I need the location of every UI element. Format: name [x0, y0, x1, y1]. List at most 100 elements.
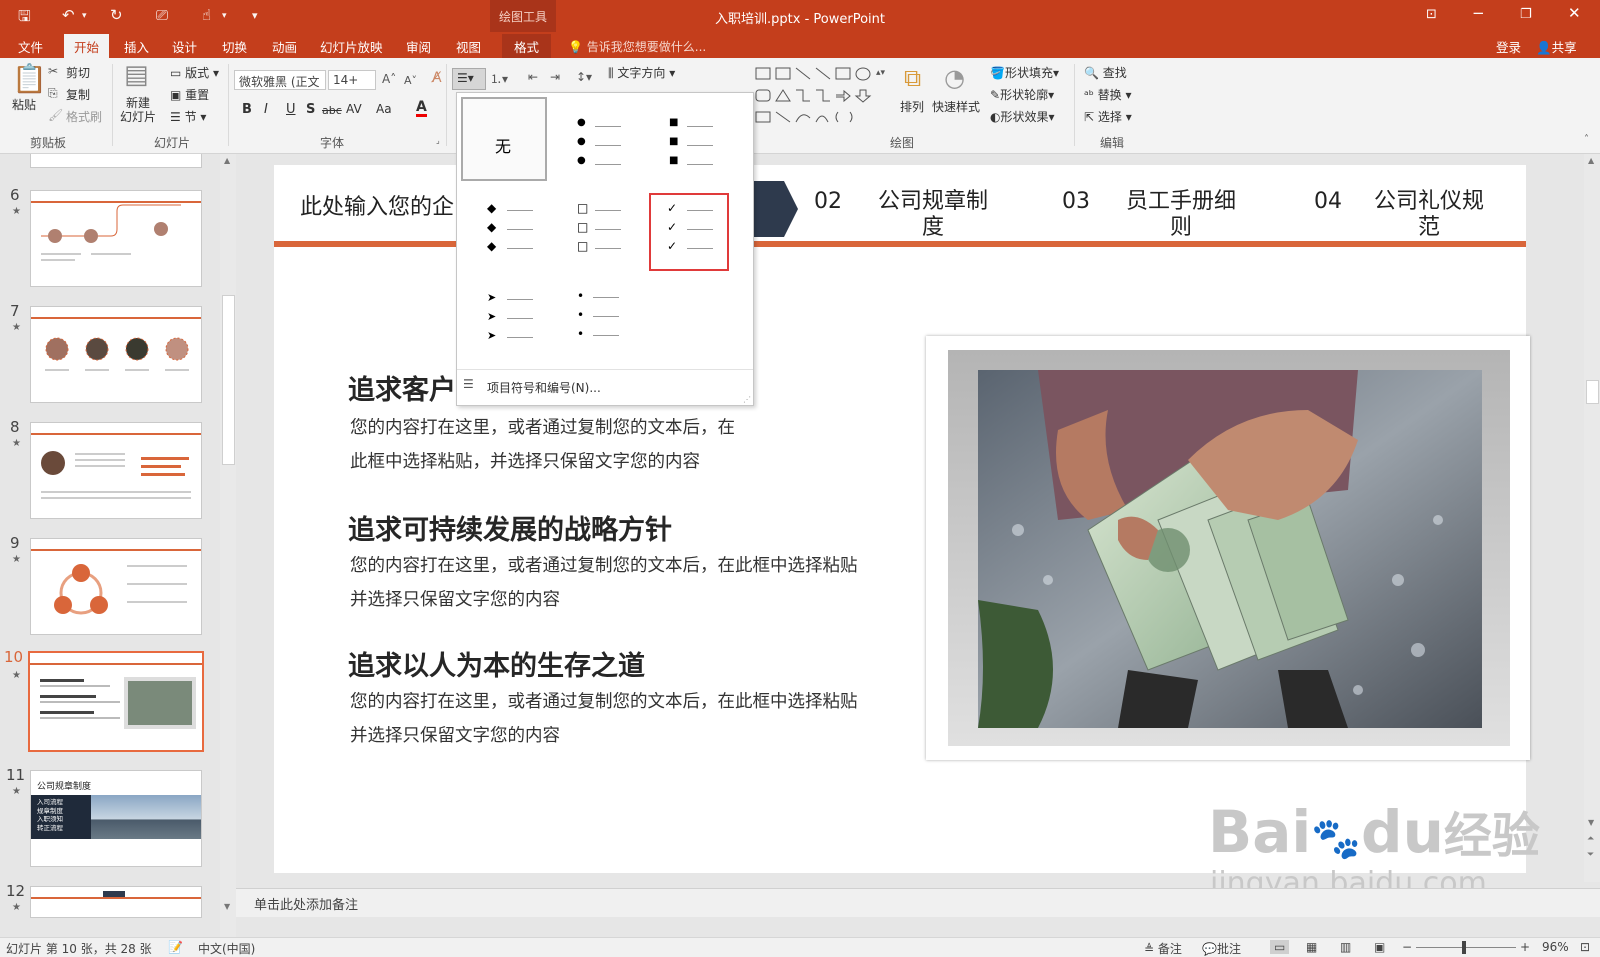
shape-outline-button[interactable]: ✎形状轮廓▾	[990, 86, 1054, 103]
zoom-out-icon[interactable]: −	[1402, 940, 1412, 954]
section-3-line-2[interactable]: 并选择只保留文字您的内容	[350, 722, 560, 747]
reset-button[interactable]: ▣ 重置	[170, 86, 209, 103]
text-direction-button[interactable]: ⫼ 文字方向 ▾	[608, 64, 675, 81]
zoom-level[interactable]: 96%	[1542, 940, 1569, 954]
language-indicator[interactable]: 中文(中国)	[198, 940, 255, 957]
tab-design[interactable]: 设计	[172, 37, 197, 56]
normal-view-icon[interactable]: ▭	[1270, 940, 1290, 954]
scroll-down-icon[interactable]: ▼	[224, 902, 230, 911]
bullet-option-small-dot[interactable]: • • •	[553, 281, 639, 365]
replace-button[interactable]: ᵃᵇ 替换 ▾	[1084, 86, 1132, 103]
shadow-button[interactable]: S	[306, 102, 315, 117]
find-button[interactable]: 🔍 查找	[1084, 64, 1127, 81]
font-dialog-launcher-icon[interactable]: ⌟	[436, 136, 440, 145]
bullet-option-filled-circle[interactable]: ● ● ●	[553, 97, 639, 181]
format-painter-button[interactable]: 格式刷	[66, 108, 102, 125]
nav-item-3[interactable]: 员工手册细 则	[1126, 189, 1236, 241]
resize-grip-icon[interactable]: ⋰	[743, 395, 751, 404]
strikethrough-button[interactable]: abc	[322, 104, 342, 117]
decrease-indent-icon[interactable]: ⇤	[528, 70, 538, 84]
restore-icon[interactable]: ❐	[1520, 7, 1532, 22]
arrange-button[interactable]: 排列	[900, 98, 924, 115]
scroll-up-icon[interactable]: ▲	[1588, 156, 1594, 165]
paste-icon[interactable]: 📋	[12, 62, 47, 95]
change-case-button[interactable]: Aa	[376, 102, 392, 116]
paste-button[interactable]: 粘贴	[12, 96, 36, 113]
notes-toggle[interactable]: ≜ 备注	[1144, 940, 1182, 957]
thumbnail-slide-6[interactable]	[30, 190, 202, 287]
thumbnail-partial[interactable]	[30, 154, 202, 168]
thumbnail-slide-10[interactable]	[28, 651, 204, 752]
previous-slide-icon[interactable]: ⏶	[1587, 834, 1594, 844]
new-slide-icon[interactable]: ▤	[124, 60, 149, 90]
bullets-button[interactable]: ☰▾	[452, 68, 486, 90]
italic-button[interactable]: I	[264, 102, 268, 117]
tab-file[interactable]: 文件	[18, 37, 43, 56]
nav-item-2[interactable]: 公司规章制 度	[878, 189, 988, 241]
underline-button[interactable]: U	[286, 102, 296, 117]
layout-button[interactable]: ▭ 版式 ▾	[170, 64, 219, 81]
share-button[interactable]: 👤共享	[1536, 37, 1577, 56]
thumbnail-slide-8[interactable]	[30, 422, 202, 519]
char-spacing-button[interactable]: AV	[346, 102, 362, 116]
nav-item-1[interactable]: 此处输入您的企	[300, 189, 454, 221]
comments-toggle[interactable]: 💬批注	[1202, 940, 1241, 957]
section-1-line-2[interactable]: 此框中选择粘贴，并选择只保留文字您的内容	[350, 448, 700, 473]
tab-transitions[interactable]: 切换	[222, 37, 247, 56]
bullet-option-arrow[interactable]: ➤ ➤ ➤	[461, 281, 547, 365]
bullet-option-diamond[interactable]: ◆ ◆ ◆	[461, 189, 547, 273]
increase-indent-icon[interactable]: ⇥	[550, 70, 560, 84]
section-heading-1[interactable]: 追求客户	[348, 368, 456, 407]
section-button[interactable]: ☰ 节 ▾	[170, 108, 206, 125]
new-slide-button[interactable]: 新建 幻灯片	[120, 96, 156, 124]
clear-format-icon[interactable]: A̸	[432, 70, 442, 86]
section-2-line-1[interactable]: 您的内容打在这里，或者通过复制您的文本后，在此框中选择粘贴	[350, 552, 858, 577]
shape-fill-button[interactable]: 🪣形状填充▾	[990, 64, 1059, 81]
tab-view[interactable]: 视图	[456, 37, 481, 56]
scroll-up-icon[interactable]: ▲	[224, 156, 230, 165]
section-2-line-2[interactable]: 并选择只保留文字您的内容	[350, 586, 560, 611]
tab-animations[interactable]: 动画	[272, 37, 297, 56]
tab-insert[interactable]: 插入	[124, 37, 149, 56]
slide-scroll-thumb[interactable]	[1586, 380, 1599, 404]
section-heading-2[interactable]: 追求可持续发展的战略方针	[348, 508, 672, 547]
close-icon[interactable]: ✕	[1568, 4, 1581, 22]
zoom-in-icon[interactable]: +	[1520, 940, 1530, 954]
bullet-option-hollow-square[interactable]: □ □ □	[553, 189, 639, 273]
arrange-icon[interactable]: ⧉	[904, 64, 921, 92]
reading-view-icon[interactable]: ▥	[1340, 940, 1351, 954]
tab-home[interactable]: 开始	[64, 34, 110, 58]
zoom-slider[interactable]	[1416, 947, 1516, 948]
photo-frame[interactable]	[926, 336, 1530, 760]
slide-sorter-icon[interactable]: ▦	[1306, 940, 1317, 954]
thumbnail-slide-12[interactable]	[30, 886, 202, 918]
numbering-icon[interactable]: ⒈▾	[490, 70, 508, 87]
tab-format[interactable]: 格式	[502, 34, 552, 58]
bullet-option-filled-square[interactable]: ■ ■ ■	[645, 97, 731, 181]
line-spacing-icon[interactable]: ↕▾	[576, 70, 592, 84]
cut-button[interactable]: 剪切	[66, 64, 90, 81]
notes-pane[interactable]: 单击此处添加备注	[236, 888, 1600, 917]
thumbnail-slide-7[interactable]	[30, 306, 202, 403]
ribbon-display-icon[interactable]: ⊡	[1426, 7, 1437, 22]
next-slide-icon[interactable]: ⏷	[1587, 850, 1594, 860]
zoom-slider-thumb[interactable]	[1462, 941, 1466, 954]
slide-scrollbar[interactable]: ▲ ▼ ⏶ ⏷	[1584, 154, 1600, 882]
tab-slideshow[interactable]: 幻灯片放映	[320, 37, 383, 56]
collapse-ribbon-icon[interactable]: ˄	[1584, 134, 1589, 145]
section-1-line-1[interactable]: 您的内容打在这里，或者通过复制您的文本后，在	[350, 414, 735, 439]
spellcheck-icon[interactable]: 📝	[168, 940, 183, 954]
font-size-combo[interactable]: 14+	[328, 70, 376, 90]
grow-font-icon[interactable]: A˄	[382, 72, 396, 86]
quick-styles-icon[interactable]: ◔	[944, 64, 965, 92]
copy-button[interactable]: 复制	[66, 86, 90, 103]
nav-item-4[interactable]: 公司礼仪规 范	[1374, 189, 1484, 241]
login-link[interactable]: 登录	[1496, 37, 1521, 56]
minimize-icon[interactable]: −	[1472, 4, 1485, 22]
thumbnail-slide-9[interactable]	[30, 538, 202, 635]
shapes-gallery[interactable]	[752, 64, 872, 130]
bold-button[interactable]: B	[242, 102, 252, 117]
shape-effects-button[interactable]: ◐形状效果▾	[990, 108, 1055, 125]
thumbnail-slide-11[interactable]: 公司规章制度 入司流程 规章制度 入职须知 转正流程	[30, 770, 202, 867]
section-heading-3[interactable]: 追求以人为本的生存之道	[348, 644, 645, 683]
